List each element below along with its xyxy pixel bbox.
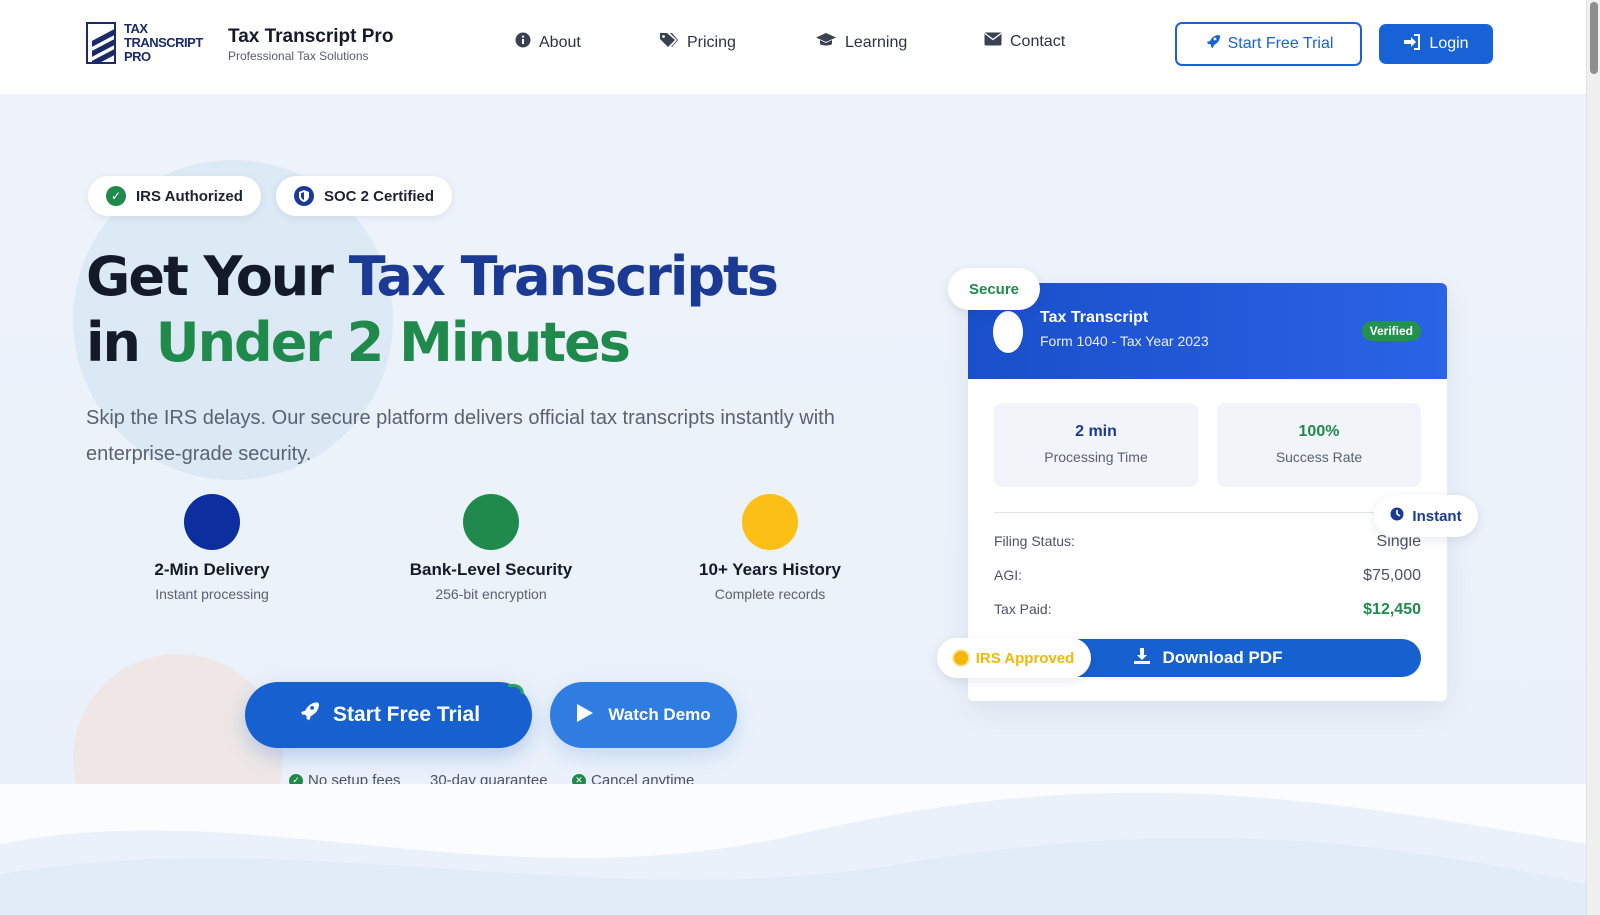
soc2-certified-badge: SOC 2 Certified: [276, 176, 453, 216]
site-header: TAX TRANSCRIPT PRO Tax Transcript Pro Pr…: [0, 0, 1586, 94]
nav-label: Pricing: [687, 33, 736, 51]
brand-tagline: Professional Tax Solutions: [228, 49, 369, 63]
header-start-trial-button[interactable]: Start Free Trial: [1175, 22, 1362, 66]
wave-decoration: [0, 792, 1586, 915]
nav-label: Contact: [1010, 32, 1066, 50]
play-icon: [576, 703, 594, 728]
feature-icon: [184, 494, 240, 550]
login-button[interactable]: Login: [1379, 24, 1493, 64]
verified-badge: Verified: [1361, 321, 1421, 341]
nav-label: About: [539, 33, 581, 51]
card-header: Tax Transcript Form 1040 - Tax Year 2023…: [968, 283, 1447, 379]
feature-history: 10+ Years History Complete records: [660, 494, 880, 602]
feature-security: Bank-Level Security 256-bit encryption: [381, 494, 601, 602]
decorative-accent: [508, 684, 524, 694]
card-subtitle: Form 1040 - Tax Year 2023: [1040, 333, 1209, 349]
logo-icon: [86, 22, 116, 64]
detail-row-filing-status: Filing Status: Single: [994, 533, 1421, 550]
rocket-icon: [1204, 34, 1220, 55]
x-circle-icon: ✕: [572, 773, 586, 784]
irs-authorized-badge: ✓ IRS Authorized: [88, 176, 261, 216]
sun-icon: [953, 651, 968, 665]
clock-icon: [1390, 507, 1404, 525]
nav-item-pricing[interactable]: Pricing: [659, 32, 736, 53]
instant-badge: Instant: [1374, 495, 1478, 537]
card-title: Tax Transcript: [1040, 309, 1149, 326]
scrollbar-thumb[interactable]: [1590, 2, 1598, 74]
bottom-wave-section: [0, 784, 1586, 915]
detail-row-tax-paid: Tax Paid: $12,450: [994, 601, 1421, 618]
check-circle-icon: ✓: [106, 186, 126, 206]
hero-section: ✓ IRS Authorized SOC 2 Certified Get You…: [0, 94, 1586, 784]
detail-row-agi: AGI: $75,000: [994, 567, 1421, 584]
trust-item: ✕ Cancel anytime: [572, 772, 694, 784]
tag-icon: [659, 32, 679, 53]
divider: [994, 512, 1392, 513]
envelope-icon: [984, 32, 1002, 51]
info-icon: [515, 32, 531, 53]
logo-wordmark: TAX TRANSCRIPT PRO: [124, 21, 203, 64]
brand-name: Tax Transcript Pro: [228, 26, 394, 47]
page-scrollbar[interactable]: [1586, 0, 1600, 915]
graduation-cap-icon: [815, 32, 837, 53]
trust-item: 30-day guarantee: [430, 772, 548, 784]
check-circle-icon: ✓: [289, 773, 303, 784]
hero-headline: Get Your Tax Transcripts in Under 2 Minu…: [86, 245, 779, 374]
feature-icon: [463, 494, 519, 550]
secure-badge: Secure: [948, 268, 1040, 310]
stat-success-rate: 100% Success Rate: [1217, 403, 1421, 487]
nav-label: Learning: [845, 33, 908, 51]
nav-item-about[interactable]: About: [515, 32, 581, 53]
document-icon: [993, 311, 1023, 353]
sign-in-icon: [1403, 33, 1421, 55]
stat-processing-time: 2 min Processing Time: [994, 403, 1198, 487]
brand-block: Tax Transcript Pro Professional Tax Solu…: [228, 26, 393, 63]
nav-item-contact[interactable]: Contact: [984, 32, 1065, 51]
rocket-icon: [297, 701, 319, 729]
logo[interactable]: TAX TRANSCRIPT PRO: [86, 22, 212, 66]
hero-start-trial-button[interactable]: Start Free Trial: [245, 682, 532, 748]
hero-description: Skip the IRS delays. Our secure platform…: [86, 407, 835, 465]
feature-icon: [742, 494, 798, 550]
watch-demo-button[interactable]: Watch Demo: [550, 682, 737, 748]
download-icon: [1133, 647, 1151, 670]
feature-delivery: 2-Min Delivery Instant processing: [102, 494, 322, 602]
shield-icon: [294, 186, 314, 206]
nav-item-learning[interactable]: Learning: [815, 32, 907, 53]
trust-item: ✓ No setup fees: [289, 772, 401, 784]
irs-approved-badge: IRS Approved: [937, 638, 1091, 678]
